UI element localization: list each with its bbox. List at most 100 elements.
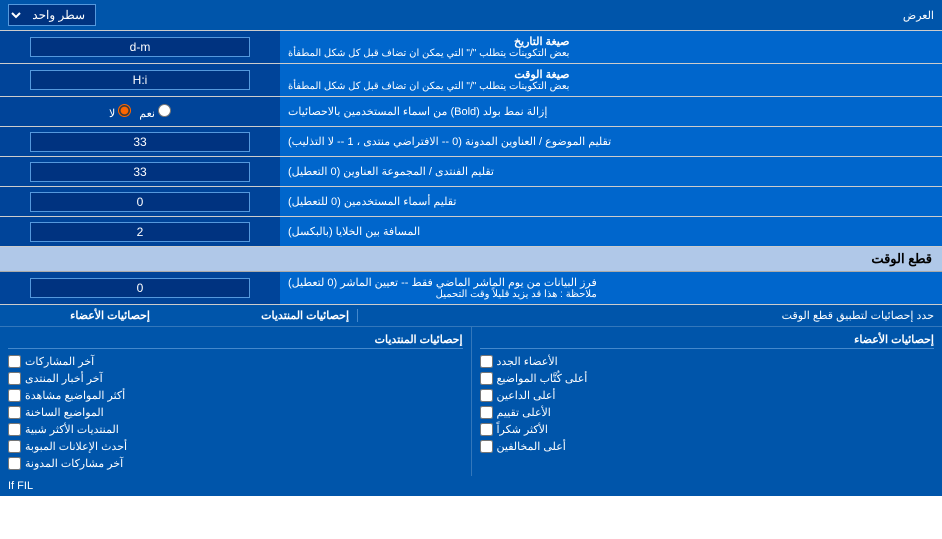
date-format-input[interactable]: [30, 37, 250, 57]
radio-group: نعم لا: [109, 104, 171, 120]
date-format-label: صيغة التاريخ بعض التكوينات يتطلب "/" الت…: [280, 31, 942, 63]
cb-top-violations[interactable]: [480, 440, 493, 453]
stats-label: حدد إحصائيات لتطبيق قطع الوقت: [358, 309, 934, 322]
checkbox-item: الأكثر شكراً: [480, 421, 935, 438]
forum-title-input-cell: [0, 157, 280, 186]
stats-label-row: حدد إحصائيات لتطبيق قطع الوقت إحصائيات ا…: [0, 305, 942, 327]
date-format-title: صيغة التاريخ: [288, 35, 569, 48]
username-trim-input[interactable]: [30, 192, 250, 212]
checkbox-item: المنتديات الأكثر شبية: [8, 421, 463, 438]
checkbox-item: أعلى المخالفين: [480, 438, 935, 455]
cell-spacing-input[interactable]: [30, 222, 250, 242]
cb-last-news[interactable]: [8, 372, 21, 385]
forum-title-row: تقليم الفنتدى / المجموعة العناوين (0 الت…: [0, 157, 942, 187]
username-trim-label: تقليم أسماء المستخدمين (0 للتعطيل): [280, 187, 942, 216]
cb-classifieds[interactable]: [8, 440, 21, 453]
cutoff-label-line2: ملاحظة : هذا قد يزيد قليلاً وقت التحميل: [288, 289, 597, 300]
username-trim-row: تقليم أسماء المستخدمين (0 للتعطيل): [0, 187, 942, 217]
cb-classifieds-label: أحدث الإعلانات المبوبة: [25, 440, 127, 453]
time-format-label: صيغة الوقت بعض التكوينات يتطلب "/" التي …: [280, 64, 942, 96]
col2-checkboxes: إحصائيات المنتديات آخر المشاركات آخر أخب…: [0, 327, 471, 476]
radio-yes[interactable]: [158, 104, 171, 117]
cb-top-rated[interactable]: [480, 406, 493, 419]
checkbox-item: أعلى الداعين: [480, 387, 935, 404]
col1-header: إحصائيات الأعضاء: [480, 331, 935, 349]
cb-last-news-label: آخر أخبار المنتدى: [25, 372, 103, 385]
topic-title-label: تقليم الموضوع / العناوين المدونة (0 -- ا…: [280, 127, 942, 156]
top-row: العرض سطر واحد سطرين ثلاثة أسطر: [0, 0, 942, 31]
radio-no-label[interactable]: لا: [109, 104, 131, 120]
cutoff-section-header: قطع الوقت: [0, 247, 942, 272]
topic-title-input-cell: [0, 127, 280, 156]
checkbox-item: أعلى كُتَّاب المواضيع: [480, 370, 935, 387]
radio-yes-label[interactable]: نعم: [139, 104, 171, 120]
cutoff-row: فرز البيانات من يوم الماشر الماضي فقط --…: [0, 272, 942, 305]
time-format-title: صيغة الوقت: [288, 68, 569, 81]
cell-spacing-input-cell: [0, 217, 280, 246]
cb-similar-forums-label: المنتديات الأكثر شبية: [25, 423, 119, 436]
col1-main-header: إحصائيات الأعضاء: [8, 309, 158, 322]
date-format-desc: بعض التكوينات يتطلب "/" التي يمكن ان تضا…: [288, 48, 569, 59]
cutoff-header-text: قطع الوقت: [871, 251, 932, 266]
cb-top-rated-label: الأعلى تقييم: [497, 406, 551, 419]
radio-no[interactable]: [118, 104, 131, 117]
cb-top-inviters[interactable]: [480, 389, 493, 402]
col2-main-header: إحصائيات المنتديات: [158, 309, 358, 322]
cb-most-viewed-label: أكثر المواضيع مشاهدة: [25, 389, 125, 402]
col2-header: إحصائيات المنتديات: [8, 331, 463, 349]
checkbox-item: الأعضاء الجدد: [480, 353, 935, 370]
time-format-row: صيغة الوقت بعض التكوينات يتطلب "/" التي …: [0, 64, 942, 97]
topic-title-input[interactable]: [30, 132, 250, 152]
cb-last-posts[interactable]: [8, 355, 21, 368]
checkboxes-section: حدد إحصائيات لتطبيق قطع الوقت إحصائيات ا…: [0, 305, 942, 496]
bold-remove-input-cell: نعم لا: [0, 97, 280, 126]
cb-new-members-label: الأعضاء الجدد: [497, 355, 558, 368]
radio-yes-text: نعم: [139, 108, 155, 120]
checkbox-item: الأعلى تقييم: [480, 404, 935, 421]
cb-most-viewed[interactable]: [8, 389, 21, 402]
col1-checkboxes: إحصائيات الأعضاء الأعضاء الجدد أعلى كُتَ…: [471, 327, 942, 476]
time-format-input-cell: [0, 64, 280, 96]
cb-top-inviters-label: أعلى الداعين: [497, 389, 556, 402]
cb-similar-forums[interactable]: [8, 423, 21, 436]
cb-top-violations-label: أعلى المخالفين: [497, 440, 566, 453]
if-fil-text: If FIL: [8, 480, 33, 492]
cb-hot-topics-label: المواضيع الساخنة: [25, 406, 104, 419]
bold-remove-row: إزالة نمط بولد (Bold) من اسماء المستخدمي…: [0, 97, 942, 127]
cutoff-label-line1: فرز البيانات من يوم الماشر الماضي فقط --…: [288, 276, 597, 289]
checkbox-item: أحدث الإعلانات المبوبة: [8, 438, 463, 455]
forum-title-label: تقليم الفنتدى / المجموعة العناوين (0 الت…: [280, 157, 942, 186]
cb-most-thanks[interactable]: [480, 423, 493, 436]
cb-top-writers[interactable]: [480, 372, 493, 385]
cutoff-input[interactable]: [30, 278, 250, 298]
date-format-input-cell: [0, 31, 280, 63]
forum-title-input[interactable]: [30, 162, 250, 182]
radio-no-text: لا: [109, 108, 115, 120]
display-select[interactable]: سطر واحد سطرين ثلاثة أسطر: [8, 4, 96, 26]
cutoff-input-cell: [0, 272, 280, 304]
checkbox-item: المواضيع الساخنة: [8, 404, 463, 421]
checkbox-item: آخر مشاركات المدونة: [8, 455, 463, 472]
checkbox-item: آخر المشاركات: [8, 353, 463, 370]
topic-title-row: تقليم الموضوع / العناوين المدونة (0 -- ا…: [0, 127, 942, 157]
cb-hot-topics[interactable]: [8, 406, 21, 419]
cb-last-blog-label: آخر مشاركات المدونة: [25, 457, 123, 470]
cell-spacing-label: المسافة بين الخلايا (بالبكسل): [280, 217, 942, 246]
top-label: العرض: [96, 9, 934, 22]
date-format-row: صيغة التاريخ بعض التكوينات يتطلب "/" الت…: [0, 31, 942, 64]
checkbox-item: أكثر المواضيع مشاهدة: [8, 387, 463, 404]
username-trim-input-cell: [0, 187, 280, 216]
cutoff-label: فرز البيانات من يوم الماشر الماضي فقط --…: [280, 272, 942, 304]
bold-remove-text: إزالة نمط بولد (Bold) من اسماء المستخدمي…: [288, 105, 547, 118]
cb-last-blog[interactable]: [8, 457, 21, 470]
bottom-text: If FIL: [0, 476, 942, 496]
cb-new-members[interactable]: [480, 355, 493, 368]
checkbox-item: آخر أخبار المنتدى: [8, 370, 463, 387]
bold-remove-label: إزالة نمط بولد (Bold) من اسماء المستخدمي…: [280, 97, 942, 126]
cb-most-thanks-label: الأكثر شكراً: [497, 423, 548, 436]
cb-top-writers-label: أعلى كُتَّاب المواضيع: [497, 372, 588, 385]
time-format-input[interactable]: [30, 70, 250, 90]
cb-last-posts-label: آخر المشاركات: [25, 355, 94, 368]
select-wrap: سطر واحد سطرين ثلاثة أسطر: [8, 4, 96, 26]
checkbox-columns: إحصائيات الأعضاء الأعضاء الجدد أعلى كُتَ…: [0, 327, 942, 476]
